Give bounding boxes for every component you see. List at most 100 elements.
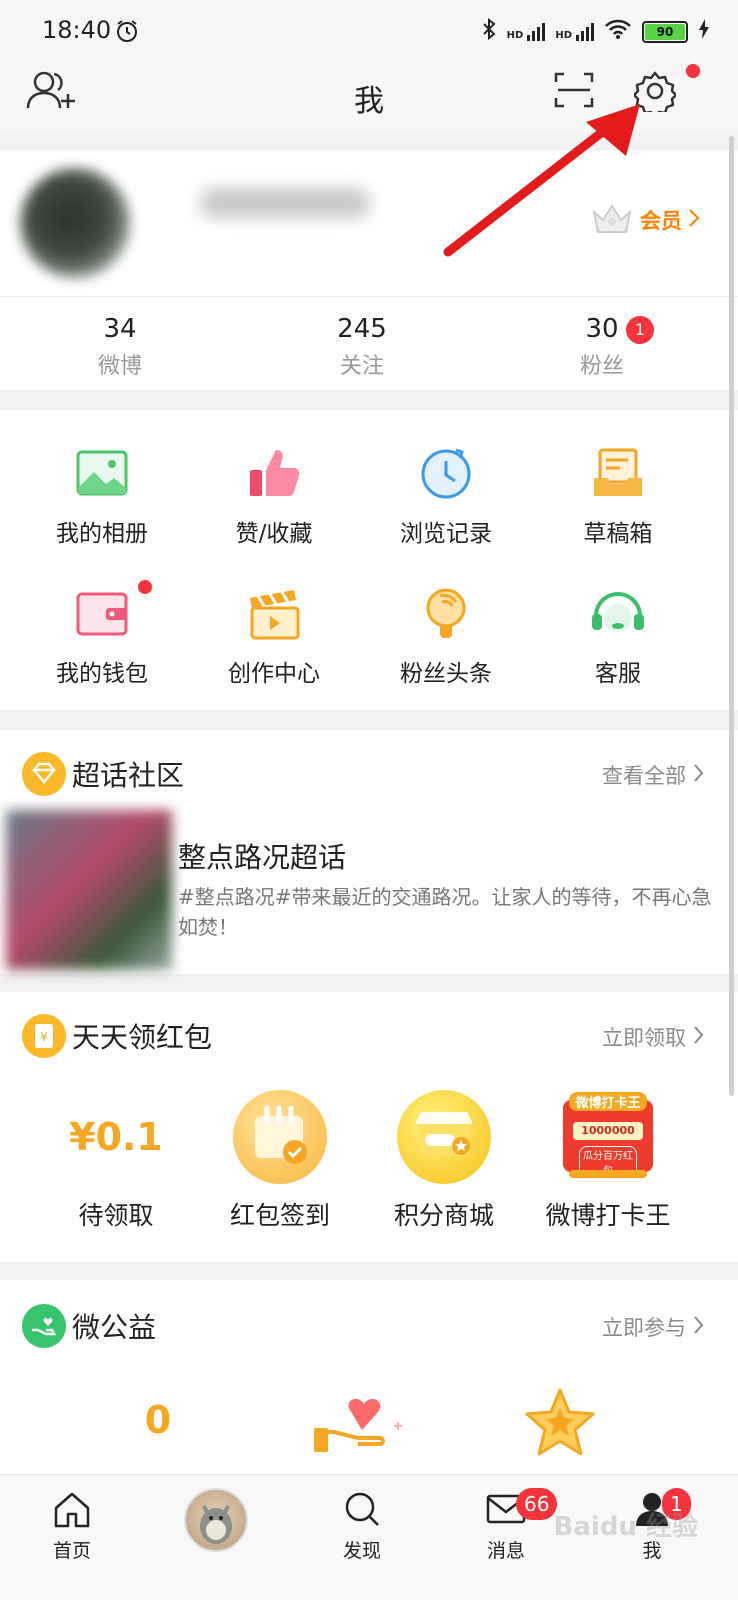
avatar[interactable] [20,168,130,278]
redpacket-amount: ¥0.1 [69,1115,163,1159]
nav-discover-label: 发现 [342,1540,381,1562]
status-time: 18:40 [42,16,112,44]
grid-item-fans-headline[interactable]: 粉丝头条 [354,584,538,688]
battery-level: 90 [645,23,685,40]
charity-join-label: 立即参与 [602,1316,686,1340]
headset-icon [588,584,648,644]
fans-badge: 1 [626,316,654,344]
grid-item-history[interactable]: 浏览记录 [354,444,538,548]
checkin-king-card-title: 微博打卡王 [569,1092,647,1111]
stat-weibo-label: 微博 [97,354,142,379]
status-indicators: HD HD 90 [481,17,710,45]
battery-icon: 90 [642,20,688,43]
charity-join-link[interactable]: 立即参与 [602,1312,704,1342]
wallet-icon [72,584,132,644]
supertopic-view-all-label: 查看全部 [602,764,686,788]
stat-following-label: 关注 [339,354,384,379]
grid-item-wallet[interactable]: 我的钱包 [10,584,194,688]
charity-value: 0 [144,1398,172,1442]
grid-item-service[interactable]: 客服 [526,584,710,688]
charity-title: 微公益 [72,1311,157,1344]
clapperboard-icon [244,584,304,644]
wifi-icon [604,18,632,45]
redpacket-claim-link[interactable]: 立即领取 [602,1022,704,1052]
grid-item-creator[interactable]: 创作中心 [182,584,366,688]
diamond-icon [22,752,66,796]
svg-text:¥: ¥ [40,1030,48,1044]
redpacket-pending-label: 待领取 [78,1201,154,1230]
signal-icon: HD [506,22,546,41]
topic-description: #整点路况#带来最近的交通路况。让家人的等待，不再心急如焚！ [178,885,712,939]
messages-badge: 66 [516,1488,558,1520]
nav-home-label: 首页 [52,1540,91,1562]
grid-item-drafts[interactable]: 草稿箱 [526,444,710,548]
star-badge-icon[interactable] [520,1384,600,1468]
wallet-notification-dot [138,580,152,594]
redpacket-checkin-king-label: 微博打卡王 [545,1201,671,1230]
history-clock-icon [416,444,476,504]
chevron-right-icon [694,1316,704,1338]
chevron-right-icon [688,208,700,232]
profile-divider [0,296,738,297]
redpacket-checkin-king[interactable]: 微博打卡王 1000000 瓜分百万红包 微博打卡王 [516,1090,700,1232]
chevron-right-icon [694,764,704,786]
settings-notification-dot [686,64,700,78]
nav-home[interactable]: 首页 [12,1490,132,1563]
signal-hd-label-2: HD [555,29,572,41]
grid-label-likes: 赞/收藏 [235,521,313,547]
grid-label-wallet: 我的钱包 [56,661,148,687]
topic-title[interactable]: 整点路况超话 [178,836,346,876]
shop-icon [397,1090,491,1184]
grid-label-album: 我的相册 [56,521,148,547]
grid-label-fans-headline: 粉丝头条 [400,661,492,687]
nav-avatar[interactable] [184,1488,248,1552]
redpacket-checkin[interactable]: 红包签到 [188,1090,372,1232]
nav-messages-label: 消息 [486,1540,525,1562]
stat-fans-label: 粉丝 [579,354,624,379]
stat-following[interactable]: 245 关注 [262,314,462,380]
grid-label-drafts: 草稿箱 [583,521,653,547]
photo-album-icon [72,444,132,504]
stat-following-count: 245 [337,314,387,344]
chevron-right-icon [694,1026,704,1048]
charging-icon [698,18,710,45]
topic-thumbnail[interactable] [6,810,172,970]
stat-weibo-count: 34 [103,314,137,344]
redpacket-points-mall-label: 积分商城 [393,1201,494,1230]
checkin-king-card-icon: 微博打卡王 1000000 瓜分百万红包 [561,1090,655,1184]
redpacket-pending[interactable]: ¥0.1 待领取 [24,1090,208,1232]
stat-weibo[interactable]: 34 微博 [20,314,220,380]
drafts-tray-icon [588,444,648,504]
grid-label-service: 客服 [595,661,641,687]
bluetooth-icon [481,17,497,45]
lightbulb-icon [416,584,476,644]
baidu-watermark: Baidu 经验 [553,1512,698,1542]
grid-item-likes[interactable]: 赞/收藏 [182,444,366,548]
scrollbar[interactable] [729,136,734,1096]
redpacket-points-mall[interactable]: 积分商城 [352,1090,536,1232]
redpacket-claim-label: 立即领取 [602,1026,686,1050]
nav-discover[interactable]: 发现 [302,1490,422,1563]
checkin-king-card-number: 1000000 [573,1122,643,1140]
signal-icon-2: HD [555,22,594,41]
charity-hand-icon [22,1304,66,1348]
grid-item-album[interactable]: 我的相册 [10,444,194,548]
annotation-arrow [440,96,650,266]
heart-hand-icon[interactable] [312,1390,408,1468]
grid-label-creator: 创作中心 [228,661,320,687]
redpacket-title: 天天领红包 [72,1021,213,1054]
supertopic-view-all[interactable]: 查看全部 [602,760,704,790]
supertopic-title: 超话社区 [72,759,185,792]
red-envelope-icon: ¥ [22,1014,66,1058]
redpacket-checkin-label: 红包签到 [229,1201,330,1230]
thumbs-up-icon [244,444,304,504]
signal-hd-label: HD [506,29,524,41]
stat-fans-count: 30 [585,314,619,344]
home-icon [12,1490,132,1532]
alarm-icon [114,18,140,48]
calendar-check-icon [233,1090,327,1184]
grid-label-history: 浏览记录 [400,521,492,547]
username-blurred [200,188,370,218]
stat-fans[interactable]: 30 粉丝 [502,314,702,380]
search-icon [302,1490,422,1532]
